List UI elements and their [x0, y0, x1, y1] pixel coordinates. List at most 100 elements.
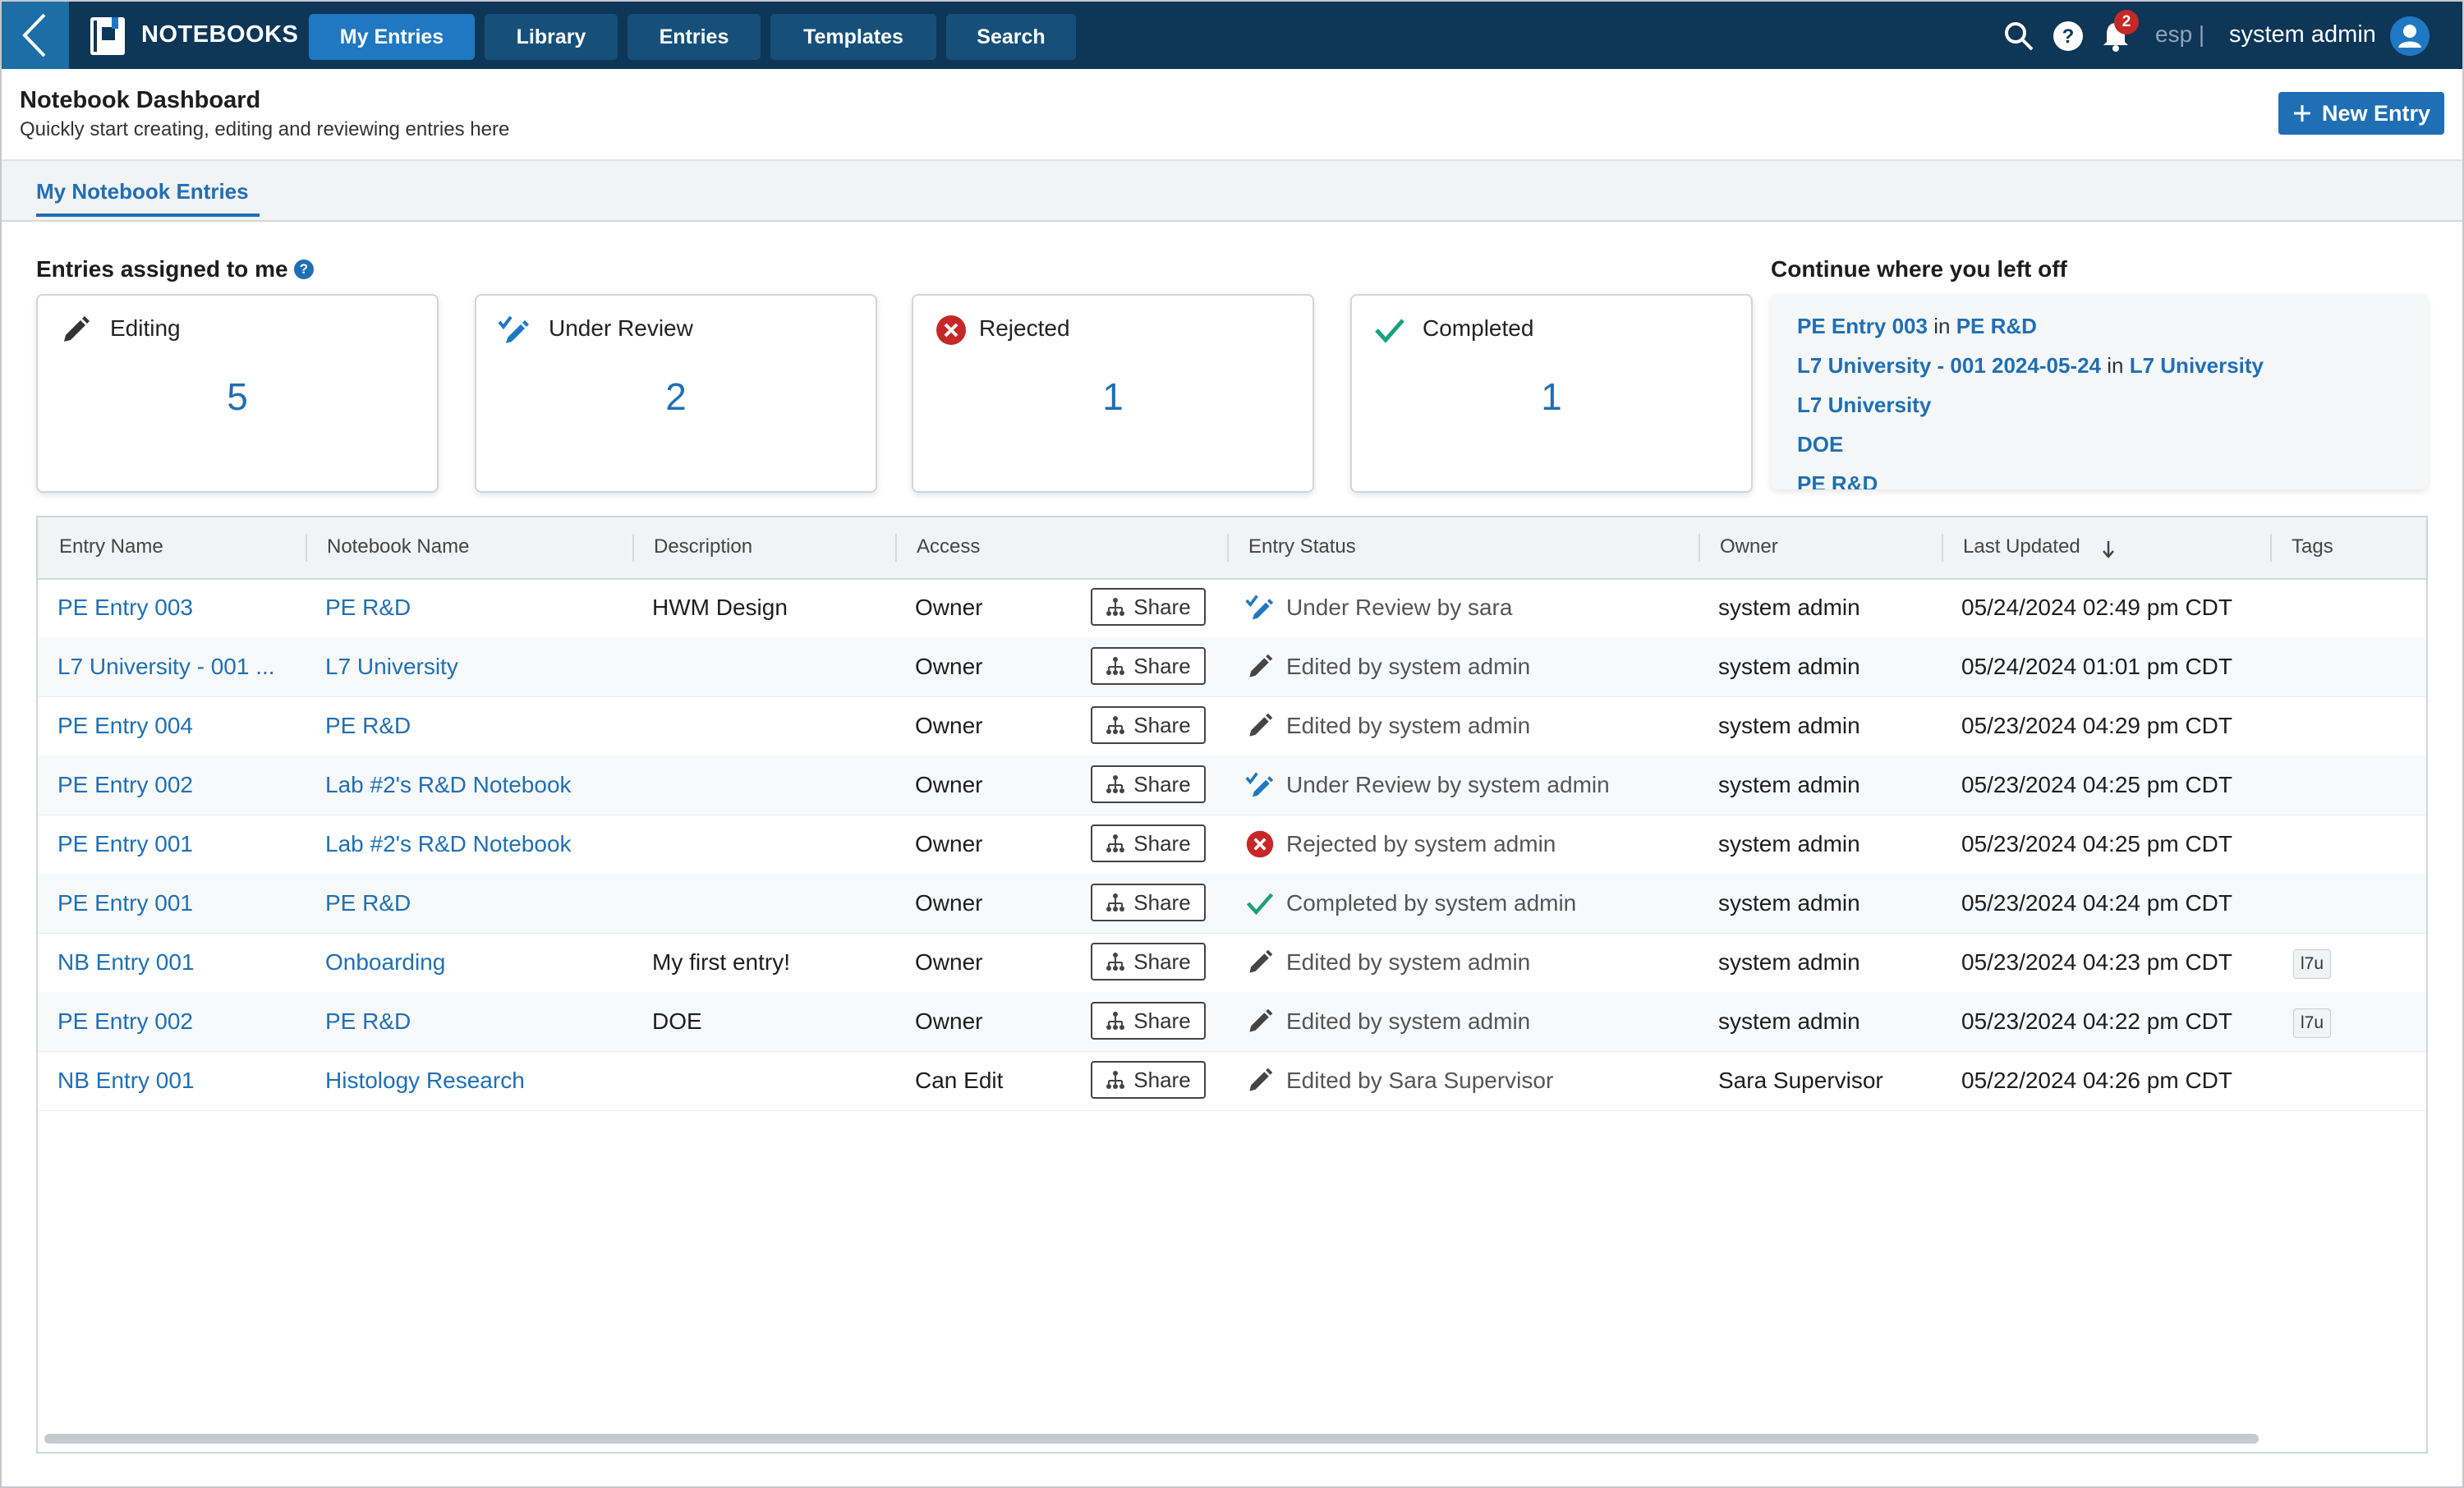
- nav-tab-my-entries[interactable]: My Entries: [309, 14, 475, 60]
- share-button[interactable]: Share: [1091, 943, 1206, 981]
- notebook-name-link[interactable]: Lab #2's R&D Notebook: [325, 772, 572, 798]
- entry-name-link[interactable]: PE Entry 004: [57, 713, 193, 739]
- share-button[interactable]: Share: [1091, 884, 1206, 921]
- pencil-icon: [1249, 713, 1273, 737]
- notebook-name-link[interactable]: PE R&D: [325, 595, 411, 621]
- notebook-name-link[interactable]: Histology Research: [325, 1068, 525, 1094]
- table-row[interactable]: PE Entry 001 PE R&D Owner Share Completed by…: [38, 874, 2426, 934]
- column-divider[interactable]: [1227, 534, 1229, 562]
- share-button[interactable]: Share: [1091, 765, 1206, 803]
- column-header-description[interactable]: Description: [654, 535, 752, 558]
- share-button[interactable]: Share: [1091, 588, 1206, 626]
- language-selector[interactable]: esp |: [2155, 21, 2204, 48]
- column-divider[interactable]: [1942, 534, 1943, 562]
- notebook-name-link[interactable]: PE R&D: [325, 1008, 411, 1035]
- card-under-review[interactable]: Under Review 2: [475, 294, 877, 493]
- table-row[interactable]: PE Entry 002 Lab #2's R&D Notebook Owner Sh…: [38, 755, 2426, 815]
- user-avatar-icon[interactable]: [2390, 16, 2430, 56]
- continue-entry-link[interactable]: DOE: [1797, 432, 1843, 457]
- entry-name-link[interactable]: PE Entry 003: [57, 595, 193, 621]
- share-button[interactable]: Share: [1091, 1002, 1206, 1040]
- share-label: Share: [1133, 1067, 1191, 1092]
- entry-name-link[interactable]: PE Entry 001: [57, 831, 193, 857]
- table-row[interactable]: PE Entry 001 Lab #2's R&D Notebook Owner Sh…: [38, 815, 2426, 875]
- nav-tab-templates[interactable]: Templates: [770, 14, 936, 60]
- column-divider[interactable]: [306, 534, 307, 562]
- tag-badge[interactable]: l7u: [2293, 1008, 2332, 1038]
- entry-status-text: Edited by Sara Supervisor: [1286, 1068, 1554, 1093]
- continue-entry-link[interactable]: PE R&D: [1797, 471, 1878, 489]
- help-icon[interactable]: ?: [2052, 20, 2085, 53]
- notebook-name-link[interactable]: PE R&D: [325, 890, 411, 916]
- owner-cell: system admin: [1718, 772, 1860, 797]
- nav-tab-entries[interactable]: Entries: [627, 14, 761, 60]
- description-cell: HWM Design: [652, 595, 788, 620]
- share-label: Share: [1133, 1008, 1191, 1033]
- column-header-entry-name[interactable]: Entry Name: [59, 535, 163, 558]
- user-name[interactable]: system admin: [2229, 21, 2376, 48]
- card-rejected[interactable]: Rejected 1: [912, 294, 1314, 493]
- card-label: Under Review: [549, 315, 693, 341]
- continue-notebook-link[interactable]: L7 University: [2130, 353, 2264, 378]
- table-row[interactable]: NB Entry 001 Histology Research Can Edit Sh…: [38, 1051, 2426, 1111]
- column-header-access[interactable]: Access: [917, 535, 980, 558]
- review-pencil-icon: [1245, 595, 1274, 620]
- access-cell: Owner: [915, 713, 983, 738]
- owner-cell: system admin: [1718, 654, 1860, 679]
- share-icon: [1106, 834, 1125, 852]
- back-button[interactable]: [2, 2, 69, 69]
- entry-name-link[interactable]: L7 University - 001 ...: [57, 654, 275, 680]
- continue-item: L7 University - 001 2024-05-24 in L7 Uni…: [1797, 353, 2264, 379]
- column-header-last-updated[interactable]: Last Updated: [1963, 535, 2080, 558]
- continue-entry-link[interactable]: L7 University - 001 2024-05-24: [1797, 353, 2101, 378]
- nav-tab-search[interactable]: Search: [946, 14, 1076, 60]
- horizontal-scrollbar[interactable]: [44, 1434, 2259, 1444]
- pencil-icon: [64, 316, 90, 342]
- share-button[interactable]: Share: [1091, 706, 1206, 744]
- column-divider[interactable]: [1699, 534, 1700, 562]
- entry-name-link[interactable]: NB Entry 001: [57, 1068, 195, 1094]
- arrow-down-icon[interactable]: [2101, 540, 2116, 558]
- continue-notebook-link[interactable]: PE R&D: [1956, 314, 2037, 338]
- table-row[interactable]: L7 University - 001 ... L7 University Owne…: [38, 637, 2426, 697]
- notebook-name-link[interactable]: Onboarding: [325, 949, 445, 976]
- notebook-name-link[interactable]: Lab #2's R&D Notebook: [325, 831, 572, 857]
- share-icon: [1106, 775, 1125, 793]
- nav-tab-library[interactable]: Library: [485, 14, 618, 60]
- review-pencil-icon: [1245, 772, 1274, 797]
- share-label: Share: [1133, 594, 1191, 619]
- table-row[interactable]: PE Entry 004 PE R&D Owner Share Edited by sy…: [38, 696, 2426, 756]
- tab-my-notebook-entries[interactable]: My Notebook Entries: [36, 179, 249, 204]
- pencil-icon: [1249, 1008, 1273, 1032]
- column-header-notebook-name[interactable]: Notebook Name: [327, 535, 469, 558]
- notebook-name-link[interactable]: PE R&D: [325, 713, 411, 739]
- column-divider[interactable]: [632, 534, 634, 562]
- search-icon[interactable]: [2002, 20, 2035, 53]
- entry-name-link[interactable]: PE Entry 001: [57, 890, 193, 916]
- share-button[interactable]: Share: [1091, 824, 1206, 862]
- column-header-tags[interactable]: Tags: [2292, 535, 2333, 558]
- tag-badge[interactable]: l7u: [2293, 949, 2332, 979]
- continue-entry-link[interactable]: L7 University: [1797, 393, 1931, 417]
- notebook-name-link[interactable]: L7 University: [325, 654, 458, 680]
- help-icon[interactable]: ?: [294, 259, 314, 279]
- owner-cell: Sara Supervisor: [1718, 1068, 1883, 1093]
- table-row[interactable]: PE Entry 003 PE R&D HWM Design Owner Share Un…: [38, 578, 2426, 638]
- new-entry-button[interactable]: New Entry: [2278, 92, 2444, 135]
- card-completed[interactable]: Completed 1: [1350, 294, 1753, 493]
- chevron-left-icon: [22, 13, 46, 57]
- column-divider[interactable]: [2270, 534, 2272, 562]
- column-divider[interactable]: [895, 534, 897, 562]
- entry-name-link[interactable]: PE Entry 002: [57, 772, 193, 798]
- table-row[interactable]: PE Entry 002 PE R&D DOE Owner Share Edited by…: [38, 992, 2426, 1052]
- share-button[interactable]: Share: [1091, 647, 1206, 685]
- entry-name-link[interactable]: PE Entry 002: [57, 1008, 193, 1035]
- table-header: Entry Name Notebook Name Description Acc…: [38, 517, 2426, 580]
- continue-entry-link[interactable]: PE Entry 003: [1797, 314, 1928, 338]
- column-header-owner[interactable]: Owner: [1720, 535, 1778, 558]
- share-button[interactable]: Share: [1091, 1061, 1206, 1099]
- table-row[interactable]: NB Entry 001 Onboarding My first entry! Own…: [38, 933, 2426, 993]
- entry-name-link[interactable]: NB Entry 001: [57, 949, 195, 976]
- column-header-entry-status[interactable]: Entry Status: [1248, 535, 1356, 558]
- card-editing[interactable]: Editing 5: [36, 294, 439, 493]
